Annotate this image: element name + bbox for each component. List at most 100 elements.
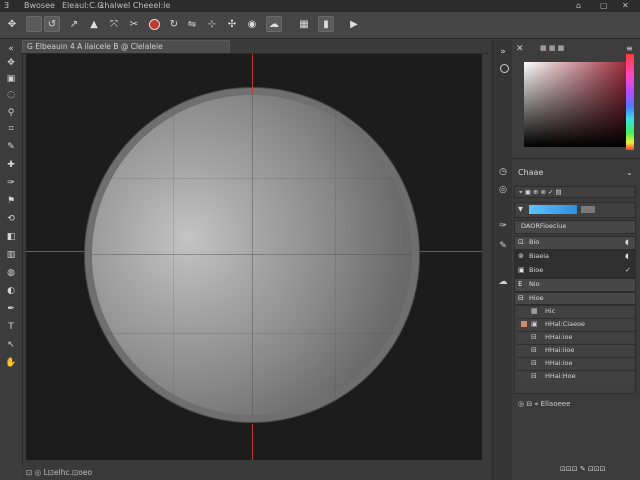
horizontal-guide[interactable]	[26, 251, 86, 252]
visibility-icon[interactable]: ✓	[625, 266, 631, 274]
sublayer-row[interactable]: ⊟ HHai:iioe	[517, 344, 635, 356]
pen-tool-icon[interactable]: ✒	[4, 302, 18, 316]
rotate-icon[interactable]: ↻	[166, 16, 182, 32]
visibility-icon[interactable]: ◖	[625, 252, 629, 260]
layer-label: Nio	[529, 280, 540, 288]
layer-row[interactable]: ⊚ Biaeia ◖	[514, 250, 636, 264]
horizontal-guide[interactable]	[418, 251, 482, 252]
camera-icon[interactable]: ▮	[318, 16, 334, 32]
sublayer-icon: ▣	[531, 320, 538, 328]
document-tab-label: G Elbeauin 4 A ilaicele B @ Clelaleie	[27, 42, 163, 51]
color-picker-field[interactable]	[524, 62, 627, 147]
libraries-panel-icon[interactable]: ☁	[497, 276, 509, 288]
path-select-icon[interactable]: ↖	[4, 338, 18, 352]
canvas-area[interactable]	[26, 54, 482, 460]
sublayer-icon: ⊟	[531, 359, 537, 367]
hue-slider[interactable]	[626, 54, 634, 150]
layer-toolbar: ⌖ ▣ ⊕ ⊗ ✓ ▤	[514, 186, 636, 198]
eraser-tool-icon[interactable]: ◧	[4, 230, 18, 244]
foreground-color-icon[interactable]	[500, 64, 509, 75]
swatches-icon[interactable]: ▦ ▦ ▦	[540, 44, 564, 52]
sublayer-row[interactable]: ⊟ HHai:Hoe	[517, 370, 635, 382]
grid-icon[interactable]: ▦	[296, 16, 312, 32]
vertical-guide[interactable]	[252, 424, 253, 460]
grid-line	[92, 254, 412, 255]
layers-panel-title: Chaae	[518, 168, 544, 177]
dodge-tool-icon[interactable]: ◐	[4, 284, 18, 298]
sublayer-row[interactable]: ⊟ HHai:ioe	[517, 331, 635, 343]
menu-item[interactable]: chalwel Cheeel:le	[100, 1, 170, 10]
arrow-icon[interactable]: ↗	[66, 16, 82, 32]
layer-row[interactable]: E Nio	[514, 278, 636, 292]
sphere-shape[interactable]	[85, 88, 419, 422]
type-tool-icon[interactable]: T	[4, 320, 18, 334]
home-icon[interactable]: ⌂	[576, 1, 581, 10]
hand-tool-icon[interactable]: ✋	[4, 356, 18, 370]
gradient-swatch-secondary[interactable]	[581, 206, 595, 213]
history-brush-icon[interactable]: ⟲	[4, 212, 18, 226]
collapse-icon[interactable]: «	[4, 42, 18, 56]
light-icon[interactable]: ◉	[244, 16, 260, 32]
puppet-icon[interactable]: ✣	[224, 16, 240, 32]
shape-icon[interactable]: ⊹	[204, 16, 220, 32]
restore-icon[interactable]: ▢	[600, 1, 608, 10]
stamp-tool-icon[interactable]: ⚑	[4, 194, 18, 208]
scissors-icon[interactable]: ✂	[126, 16, 142, 32]
layer-type-icon: ▣	[518, 266, 525, 274]
lasso-tool-icon[interactable]: ◌	[4, 88, 18, 102]
layer-footer[interactable]: ◎ ⊟ ⌖ Ellaoeee	[518, 400, 570, 409]
vertical-guide[interactable]	[252, 54, 253, 94]
close-icon[interactable]: ✕	[622, 1, 629, 10]
align-icon[interactable]: ⇋	[184, 16, 200, 32]
quick-select-icon[interactable]: ⚲	[4, 106, 18, 120]
layer-row[interactable]: ⊡ Bio ◖	[514, 236, 636, 250]
collapse-panels-icon[interactable]: »	[497, 46, 509, 58]
layers-panel: Chaae ⌄ ⌖ ▣ ⊕ ⊗ ✓ ▤ ▼ DAORFioeciue ⊡ Bio…	[512, 160, 640, 480]
actions-panel-icon[interactable]: ◎	[497, 184, 509, 196]
gradient-tool-icon[interactable]: ▥	[4, 248, 18, 262]
crop-tool-icon[interactable]: ⌗	[4, 122, 18, 136]
sublayer-row[interactable]: ⊟ HHai:ioe	[517, 357, 635, 369]
properties-panel-icon[interactable]: ✎	[497, 240, 509, 252]
layer-row[interactable]: ▣ Bioe ✓	[514, 264, 636, 278]
gradient-name-row[interactable]: DAORFioeciue	[514, 220, 636, 234]
panel-bottom-status: ⊡⊡⊡ ✎ ⊡⊡⊡	[560, 465, 606, 473]
sublayer-row[interactable]: ▦ Hic	[517, 305, 635, 317]
close-panel-icon[interactable]: ✕	[516, 44, 524, 54]
sublayer-label: HHai:ioe	[545, 359, 573, 367]
visibility-icon[interactable]: ◖	[625, 238, 629, 246]
layer-label: Bio	[529, 238, 540, 246]
document-tab[interactable]: G Elbeauin 4 A ilaicele B @ Clelaleie	[22, 40, 230, 54]
brush-tool-icon[interactable]: ✑	[4, 176, 18, 190]
sublayer-icon: ⊟	[531, 372, 537, 380]
gradient-swatch[interactable]	[529, 205, 577, 214]
sublayer-label: Hic	[545, 307, 556, 315]
panel-menu-icon[interactable]: ⌄	[626, 168, 633, 177]
blur-tool-icon[interactable]: ◍	[4, 266, 18, 280]
panel-menu-icon[interactable]: ≡	[626, 44, 633, 53]
layer-label: Biaeia	[529, 252, 550, 260]
color-tag-icon	[521, 321, 527, 327]
grid-line	[173, 108, 174, 402]
history-panel-icon[interactable]: ◷	[497, 166, 509, 178]
transform-icon[interactable]: ⤧	[106, 16, 122, 32]
cloud-icon[interactable]: ☁	[266, 16, 282, 32]
menu-item[interactable]: Eleaul:C.G	[62, 1, 103, 10]
menu-item[interactable]: Bwosee	[24, 1, 55, 10]
sublayer-icon: ⊟	[531, 346, 537, 354]
warp-icon[interactable]: ▲	[86, 16, 102, 32]
move-icon[interactable]: ✥	[4, 16, 20, 32]
marquee-tool-icon[interactable]: ▣	[4, 72, 18, 86]
layer-toolbar-icons[interactable]: ⌖ ▣ ⊕ ⊗ ✓ ▤	[519, 188, 562, 197]
gradient-row[interactable]: ▼	[514, 202, 636, 218]
sublayer-row[interactable]: ▣ HHal:Ciaeoe	[517, 318, 635, 330]
eyedropper-icon[interactable]: ✎	[4, 140, 18, 154]
layer-type-icon: ⊚	[518, 252, 524, 260]
rect-select-icon[interactable]	[26, 16, 42, 32]
healing-icon[interactable]: ✚	[4, 158, 18, 172]
record-icon[interactable]	[146, 16, 162, 32]
video-icon[interactable]: ▶	[346, 16, 362, 32]
move-tool-icon[interactable]: ✥	[4, 56, 18, 70]
brush-panel-icon[interactable]: ✑	[497, 220, 509, 232]
lasso-icon[interactable]: ↺	[44, 16, 60, 32]
